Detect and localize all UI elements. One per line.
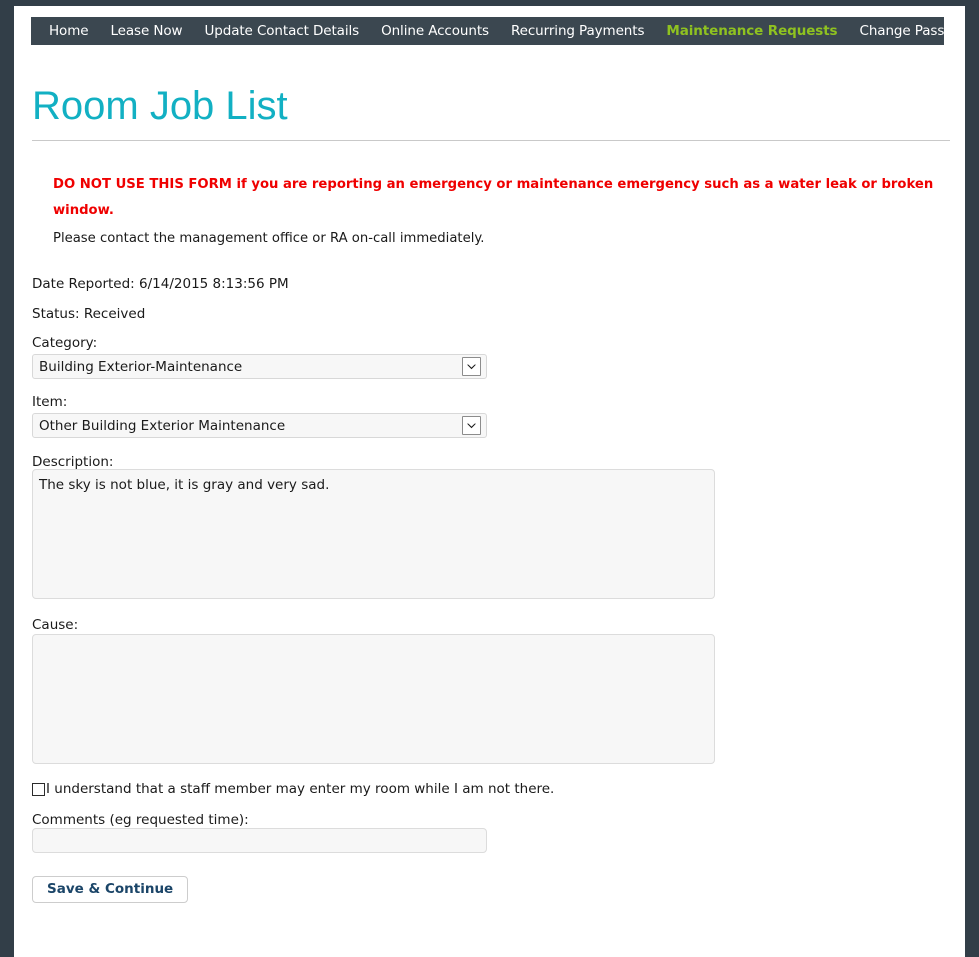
consent-row: I understand that a staff member may ent… [32,781,554,798]
category-select[interactable]: Building Exterior-Maintenance [32,354,487,379]
nav-item-change-password[interactable]: Change Password [849,18,966,44]
cause-textarea[interactable] [32,634,715,764]
item-select-value: Other Building Exterior Maintenance [39,417,286,434]
status-text: Status: Received [32,306,146,322]
item-select[interactable]: Other Building Exterior Maintenance [32,413,487,438]
nav-item-home[interactable]: Home [38,18,99,44]
nav-item-recurring-payments[interactable]: Recurring Payments [500,18,655,44]
emergency-warning-text: DO NOT USE THIS FORM if you are reportin… [53,177,934,218]
browser-page-frame: Home Lease Now Update Contact Details On… [0,0,979,957]
item-label: Item: [32,394,68,410]
chevron-down-icon[interactable] [462,357,481,376]
comments-label: Comments (eg requested time): [32,812,249,828]
title-divider [32,140,950,141]
page-title: Room Job List [32,84,288,128]
consent-checkbox[interactable] [32,783,45,796]
nav-item-maintenance-requests[interactable]: Maintenance Requests [655,18,848,44]
comments-input[interactable] [32,828,487,853]
main-navigation-bar: Home Lease Now Update Contact Details On… [32,18,965,44]
page-canvas: Home Lease Now Update Contact Details On… [14,6,965,957]
date-reported-text: Date Reported: 6/14/2015 8:13:56 PM [32,276,289,292]
nav-item-online-accounts[interactable]: Online Accounts [370,18,500,44]
nav-item-update-contact-details[interactable]: Update Contact Details [193,18,370,44]
category-select-value: Building Exterior-Maintenance [39,358,243,375]
cause-label: Cause: [32,617,79,633]
chevron-down-icon[interactable] [462,416,481,435]
contact-instruction-text: Please contact the management office or … [53,231,485,246]
category-label: Category: [32,335,98,351]
description-textarea[interactable]: The sky is not blue, it is gray and very… [32,469,715,599]
consent-label: I understand that a staff member may ent… [46,781,555,797]
nav-item-lease-now[interactable]: Lease Now [99,18,193,44]
save-and-continue-button[interactable]: Save & Continue [32,876,189,903]
